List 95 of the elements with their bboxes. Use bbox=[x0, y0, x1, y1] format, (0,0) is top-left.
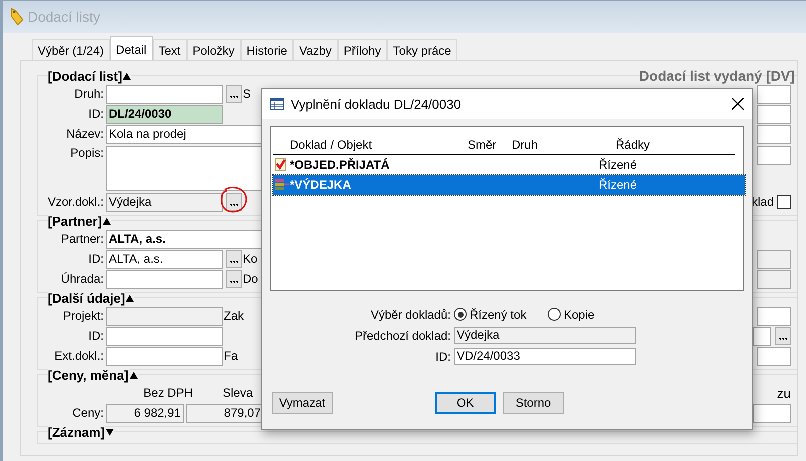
input-field[interactable]: DL/24/0030 bbox=[106, 104, 223, 124]
price-field[interactable]: 879,07 bbox=[186, 404, 264, 422]
field-label: Název: bbox=[66, 127, 105, 141]
input-field[interactable]: Výdejka bbox=[106, 192, 223, 212]
section-title[interactable]: [Záznam] bbox=[48, 424, 106, 440]
list-row[interactable]: *VÝDEJKA Řízené bbox=[273, 175, 745, 195]
field-label: Ko bbox=[243, 252, 258, 266]
expand-icon[interactable] bbox=[106, 428, 114, 436]
field-label: ID: bbox=[88, 252, 105, 266]
field-label: Úhrada: bbox=[60, 272, 105, 286]
collapse-icon[interactable] bbox=[103, 218, 112, 224]
input-field[interactable] bbox=[106, 306, 223, 326]
window-title: Dodací listy bbox=[28, 9, 100, 25]
tab[interactable]: Položky bbox=[186, 39, 241, 61]
lookup-button[interactable] bbox=[775, 327, 791, 345]
field-label: ID: bbox=[88, 329, 105, 343]
field-label: S bbox=[243, 87, 252, 101]
lookup-button[interactable] bbox=[226, 85, 242, 103]
collapse-icon[interactable] bbox=[126, 294, 134, 302]
section-title[interactable]: [Dodací list] bbox=[48, 68, 122, 84]
column-header: Směr bbox=[468, 138, 498, 152]
input-field[interactable] bbox=[757, 270, 791, 288]
input-field[interactable] bbox=[757, 346, 791, 366]
input-field[interactable] bbox=[753, 326, 771, 346]
table-cell: Řízené bbox=[599, 178, 638, 192]
collapse-icon[interactable] bbox=[123, 72, 132, 80]
field-label: Předchozí doklad: bbox=[354, 328, 452, 342]
lookup-button[interactable] bbox=[226, 250, 242, 268]
field-label: Partner: bbox=[60, 232, 105, 246]
section-title[interactable]: [Další údaje] bbox=[48, 290, 126, 306]
column-header: Bez DPH bbox=[142, 386, 193, 400]
input-field[interactable]: Výdejka bbox=[454, 327, 636, 344]
column-header: zu bbox=[777, 386, 791, 400]
section-title[interactable]: [Ceny, měna] bbox=[48, 368, 129, 382]
checkbox-label: klad bbox=[752, 195, 774, 209]
input-field[interactable] bbox=[757, 306, 791, 326]
dialog-button[interactable]: Storno bbox=[503, 392, 564, 414]
dialog-button[interactable]: OK bbox=[435, 392, 496, 414]
radio-button[interactable] bbox=[548, 308, 561, 321]
tab[interactable]: Historie bbox=[240, 39, 294, 61]
lookup-button[interactable] bbox=[226, 193, 242, 211]
close-button[interactable] bbox=[730, 96, 746, 112]
field-label: Popis: bbox=[70, 146, 105, 160]
radio-button[interactable] bbox=[454, 308, 467, 321]
input-field[interactable] bbox=[106, 326, 223, 346]
input-field[interactable] bbox=[757, 250, 791, 268]
section-title[interactable]: [Partner] bbox=[48, 214, 102, 228]
input-field[interactable] bbox=[757, 146, 791, 165]
document-type-heading: Dodací list vydaný [DV] bbox=[639, 68, 795, 84]
radio-label[interactable]: Řízený tok bbox=[470, 308, 527, 322]
input-field[interactable]: ALTA, a.s. bbox=[106, 250, 223, 268]
tab[interactable]: Přílohy bbox=[338, 39, 388, 61]
dialog-button[interactable]: Vymazat bbox=[272, 392, 333, 414]
price-field[interactable]: 6 982,91 bbox=[106, 404, 184, 422]
column-header: Doklad / Objekt bbox=[290, 138, 374, 152]
input-field[interactable] bbox=[753, 404, 791, 422]
input-field[interactable] bbox=[757, 84, 791, 104]
list-row[interactable]: *OBJED.PŘIJATÁ Řízené bbox=[273, 155, 743, 175]
input-field[interactable] bbox=[106, 270, 223, 288]
tab[interactable]: Vazby bbox=[293, 39, 338, 61]
tab[interactable]: Výběr (1/24) bbox=[32, 39, 110, 61]
field-label: Do bbox=[243, 272, 258, 286]
input-field[interactable] bbox=[106, 84, 223, 104]
field-label: Zak bbox=[224, 309, 244, 323]
field-label: Vzor.dokl.: bbox=[46, 195, 105, 209]
field-label: Ceny: bbox=[72, 406, 105, 420]
column-header: Řádky bbox=[616, 138, 650, 152]
radio-label[interactable]: Kopie bbox=[564, 308, 595, 322]
tab[interactable]: Toky práce bbox=[387, 39, 458, 61]
column-header: Sleva bbox=[223, 386, 254, 400]
collapse-icon[interactable] bbox=[130, 372, 138, 378]
field-label: Druh: bbox=[74, 87, 105, 101]
input-field[interactable] bbox=[757, 104, 791, 124]
input-field[interactable] bbox=[106, 346, 223, 366]
checkbox[interactable] bbox=[777, 195, 791, 209]
column-header: Druh bbox=[512, 138, 540, 152]
field-label: Ext.dokl.: bbox=[54, 349, 105, 363]
field-label: Výběr dokladů: bbox=[370, 308, 452, 322]
input-field[interactable]: VD/24/0033 bbox=[454, 348, 636, 365]
stack-icon bbox=[275, 178, 289, 192]
lookup-button[interactable] bbox=[226, 270, 242, 288]
tab[interactable]: Text bbox=[152, 39, 187, 61]
document-name: *OBJED.PŘIJATÁ bbox=[290, 158, 391, 172]
document-check-icon bbox=[275, 158, 287, 172]
tab[interactable]: Detail bbox=[110, 36, 153, 62]
field-label: Projekt: bbox=[62, 309, 105, 323]
field-label: ID: bbox=[88, 107, 105, 121]
table-cell: Řízené bbox=[599, 158, 638, 172]
table-icon bbox=[270, 98, 284, 110]
tag-icon bbox=[9, 8, 25, 26]
field-label: Fa bbox=[224, 349, 238, 363]
document-name: *VÝDEJKA bbox=[290, 178, 352, 192]
dialog-title: Vyplnění dokladu DL/24/0030 bbox=[291, 96, 462, 112]
input-field[interactable] bbox=[757, 124, 791, 144]
field-label: ID: bbox=[434, 350, 452, 364]
